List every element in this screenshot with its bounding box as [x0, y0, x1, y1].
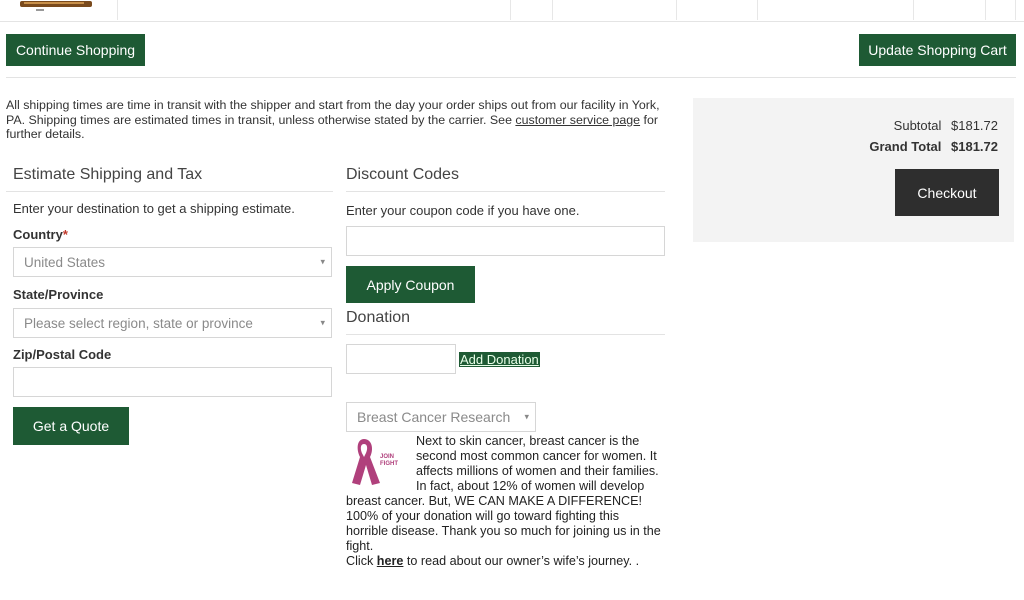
country-label-text: Country — [13, 227, 63, 242]
donation-amount-input[interactable] — [346, 344, 456, 374]
caret-down-icon: ▾ — [320, 256, 325, 267]
order-summary-panel: Subtotal $181.72 Grand Total $181.72 Che… — [693, 98, 1014, 242]
estimate-intro: Enter your destination to get a shipping… — [13, 201, 295, 216]
add-donation-button[interactable]: Add Donation — [459, 352, 540, 367]
country-selected-value: United States — [24, 254, 106, 270]
table-column-divider — [676, 0, 677, 20]
divider — [6, 77, 1016, 78]
estimate-shipping-title: Estimate Shipping and Tax — [13, 166, 203, 183]
table-column-divider — [510, 0, 511, 20]
apply-coupon-button[interactable]: Apply Coupon — [346, 266, 475, 303]
country-label: Country* — [13, 227, 68, 242]
grand-total-row: Grand Total $181.72 — [869, 139, 998, 154]
ribbon-wrap-spacer — [346, 434, 416, 492]
country-select[interactable]: United States ▾ — [13, 247, 332, 277]
update-shopping-cart-button[interactable]: Update Shopping Cart — [859, 34, 1016, 66]
subtotal-label: Subtotal — [893, 118, 942, 133]
donation-description: Next to skin cancer, breast cancer is th… — [346, 434, 664, 569]
state-placeholder: Please select region, state or province — [24, 315, 253, 331]
donation-title: Donation — [346, 309, 411, 326]
table-column-divider — [913, 0, 914, 20]
grand-total-value: $181.72 — [951, 139, 998, 154]
add-donation-wrapper: Add Donation — [459, 351, 540, 369]
continue-shopping-button[interactable]: Continue Shopping — [6, 34, 145, 66]
cart-table-bottom-edge — [0, 0, 1024, 22]
section-divider — [346, 334, 665, 335]
donation-text-end: to read about our owner’s wife’s journey… — [403, 554, 640, 568]
zip-label: Zip/Postal Code — [13, 347, 112, 362]
zip-input[interactable] — [13, 367, 332, 397]
required-marker: * — [62, 227, 68, 242]
table-column-divider — [117, 0, 118, 20]
product-thumbnail — [14, 0, 98, 12]
checkout-button[interactable]: Checkout — [895, 169, 999, 216]
subtotal-value: $181.72 — [951, 118, 998, 133]
state-select[interactable]: Please select region, state or province … — [13, 308, 332, 338]
table-column-divider — [1015, 0, 1016, 20]
owner-story-link[interactable]: here — [377, 554, 404, 568]
table-column-divider — [552, 0, 553, 20]
click-prefix: Click — [346, 554, 377, 568]
subtotal-row: Subtotal $181.72 — [894, 118, 998, 133]
coupon-code-input[interactable] — [346, 226, 665, 256]
section-divider — [6, 191, 333, 192]
shipping-times-note: All shipping times are time in transit w… — [6, 98, 666, 142]
table-column-divider — [985, 0, 986, 20]
caret-down-icon: ▾ — [524, 411, 529, 422]
donation-cause-value: Breast Cancer Research — [357, 409, 511, 425]
customer-service-link[interactable]: customer service page — [515, 113, 640, 127]
state-label: State/Province — [13, 287, 104, 302]
grand-total-label: Grand Total — [869, 139, 942, 154]
caret-down-icon: ▾ — [320, 317, 325, 328]
table-column-divider — [757, 0, 758, 20]
discount-intro: Enter your coupon code if you have one. — [346, 203, 580, 218]
section-divider — [346, 191, 665, 192]
discount-codes-title: Discount Codes — [346, 166, 459, 183]
get-quote-button[interactable]: Get a Quote — [13, 407, 129, 445]
donation-cause-select[interactable]: Breast Cancer Research ▾ — [346, 402, 536, 432]
